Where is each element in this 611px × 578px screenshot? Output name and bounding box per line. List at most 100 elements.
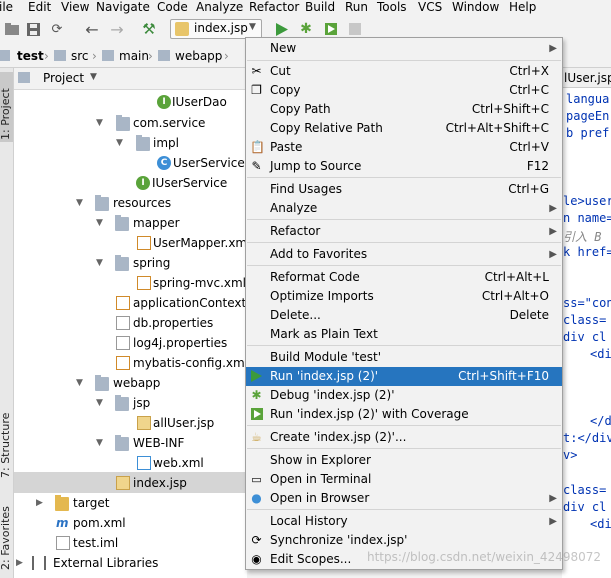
properties-file-icon	[116, 336, 130, 350]
menu-item-show-in-explorer[interactable]: Show in Explorer	[246, 451, 562, 470]
tab-project[interactable]: 1: Project	[0, 88, 12, 140]
folder-icon	[0, 50, 10, 61]
stop-icon[interactable]	[347, 21, 363, 37]
menu-item-optimize-imports[interactable]: Optimize Imports Ctrl+Alt+O	[246, 287, 562, 306]
menu-item-analyze[interactable]: Analyze ▶	[246, 199, 562, 218]
folder-icon	[115, 255, 129, 271]
menu-bar: ile Edit View Navigate Code Analyze Refa…	[0, 0, 611, 16]
breadcrumb-webapp[interactable]: webapp	[175, 48, 222, 64]
tab-favorites[interactable]: 2: Favorites	[0, 506, 12, 570]
menu-item-open-in-terminal[interactable]: ▭ Open in Terminal	[246, 470, 562, 489]
jsp-config-icon	[175, 22, 189, 36]
menu-item-copy[interactable]: ❐ Copy Ctrl+C	[246, 81, 562, 100]
excluded-folder-icon	[55, 495, 69, 511]
debug-icon: ✱	[251, 388, 262, 402]
folder-icon	[158, 50, 170, 61]
breadcrumb-main[interactable]: main	[119, 48, 149, 64]
code-line: div cl	[563, 330, 607, 344]
left-tool-strip	[0, 68, 14, 578]
xml-file-icon	[137, 236, 151, 250]
menu-item-run-with-coverage[interactable]: Run 'index.jsp (2)' with Coverage	[246, 405, 562, 424]
expand-arrow-icon[interactable]: ▼	[76, 373, 83, 393]
expand-arrow-icon[interactable]: ▼	[96, 213, 103, 233]
menu-item-copy-relative-path[interactable]: Copy Relative Path Ctrl+Alt+Shift+C	[246, 119, 562, 138]
breadcrumb-src[interactable]: src	[71, 48, 89, 64]
menu-build[interactable]: Build	[305, 0, 335, 14]
menu-file[interactable]: ile	[0, 0, 13, 14]
menu-item-synchronize[interactable]: ⟳ Synchronize 'index.jsp'	[246, 531, 562, 550]
globe-icon: ●	[251, 491, 262, 505]
menu-item-jump-to-source[interactable]: ✎ Jump to Source F12	[246, 157, 562, 176]
expand-arrow-icon[interactable]: ▼	[76, 193, 83, 213]
collapse-arrow-icon[interactable]: ▶	[36, 493, 43, 513]
menu-separator	[247, 265, 561, 266]
menu-item-new[interactable]: New ▶	[246, 39, 562, 58]
menu-item-mark-as-plain-text[interactable]: Mark as Plain Text	[246, 325, 562, 344]
chevron-down-icon[interactable]: ▼	[90, 72, 97, 82]
menu-tools[interactable]: Tools	[377, 0, 407, 14]
menu-item-copy-path[interactable]: Copy Path Ctrl+Shift+C	[246, 100, 562, 119]
menu-window[interactable]: Window	[452, 0, 499, 14]
back-arrow-icon[interactable]: ←	[84, 20, 100, 39]
menu-item-create-config[interactable]: ☕ Create 'index.jsp (2)'...	[246, 428, 562, 447]
menu-code[interactable]: Code	[157, 0, 188, 14]
menu-item-add-to-favorites[interactable]: Add to Favorites ▶	[246, 245, 562, 264]
menu-vcs[interactable]: VCS	[418, 0, 442, 14]
menu-refactor[interactable]: Refactor	[249, 0, 299, 14]
expand-arrow-icon[interactable]: ▼	[96, 253, 103, 273]
run-config-dropdown[interactable]: index.jsp ▼	[170, 19, 262, 39]
menu-item-local-history[interactable]: Local History ▶	[246, 512, 562, 531]
menu-item-delete[interactable]: Delete... Delete	[246, 306, 562, 325]
code-line: pageEn	[566, 109, 610, 123]
menu-item-cut[interactable]: ✂ Cut Ctrl+X	[246, 62, 562, 81]
debug-icon[interactable]: ✱	[298, 21, 314, 37]
chevron-right-icon: ›	[44, 49, 49, 63]
menu-edit[interactable]: Edit	[28, 0, 51, 14]
breadcrumb-test[interactable]: test	[17, 48, 44, 64]
project-panel-title[interactable]: Project	[43, 71, 84, 85]
xml-file-icon	[137, 456, 151, 470]
build-hammer-icon[interactable]: ⚒	[141, 20, 157, 38]
iml-file-icon	[56, 536, 70, 550]
submenu-arrow-icon: ▶	[549, 226, 557, 237]
collapse-arrow-icon[interactable]: ▶	[16, 553, 23, 573]
submenu-arrow-icon: ▶	[549, 516, 557, 527]
menu-item-paste[interactable]: 📋 Paste Ctrl+V	[246, 138, 562, 157]
menu-separator	[247, 509, 561, 510]
menu-view[interactable]: View	[61, 0, 89, 14]
menu-help[interactable]: Help	[509, 0, 536, 14]
xml-file-icon	[116, 356, 130, 370]
menu-item-reformat-code[interactable]: Reformat Code Ctrl+Alt+L	[246, 268, 562, 287]
menu-separator	[247, 60, 561, 61]
package-icon	[116, 115, 130, 131]
forward-arrow-icon[interactable]: →	[109, 20, 125, 39]
scopes-icon: ◉	[251, 552, 262, 566]
expand-arrow-icon[interactable]: ▼	[96, 393, 103, 413]
menu-item-debug[interactable]: ✱ Debug 'index.jsp (2)'	[246, 386, 562, 405]
menu-run[interactable]: Run	[345, 0, 368, 14]
tab-structure[interactable]: 7: Structure	[0, 413, 12, 478]
menu-item-find-usages[interactable]: Find Usages Ctrl+G	[246, 180, 562, 199]
menu-item-run[interactable]: Run 'index.jsp (2)' Ctrl+Shift+F10	[246, 367, 562, 386]
save-icon[interactable]	[25, 21, 41, 37]
code-line: <di	[590, 517, 611, 531]
jsp-file-icon	[116, 476, 130, 490]
config-icon: ☕	[251, 430, 262, 444]
code-line: k href=	[563, 245, 611, 259]
coverage-icon[interactable]	[323, 21, 339, 37]
expand-arrow-icon[interactable]: ▼	[96, 113, 103, 133]
menu-navigate[interactable]: Navigate	[96, 0, 150, 14]
menu-analyze[interactable]: Analyze	[196, 0, 243, 14]
expand-arrow-icon[interactable]: ▼	[96, 433, 103, 453]
menu-item-refactor[interactable]: Refactor ▶	[246, 222, 562, 241]
code-line: le>user	[563, 194, 611, 208]
code-line: b pref	[566, 126, 610, 140]
menu-item-build-module[interactable]: Build Module 'test'	[246, 348, 562, 367]
submenu-arrow-icon: ▶	[549, 43, 557, 54]
menu-item-open-in-browser[interactable]: ● Open in Browser ▶	[246, 489, 562, 508]
editor-tab[interactable]: lUser.jsp	[562, 68, 611, 88]
open-folder-icon[interactable]	[4, 21, 20, 37]
sync-icon[interactable]: ⟳	[49, 21, 65, 37]
run-icon[interactable]	[274, 21, 290, 37]
expand-arrow-icon[interactable]: ▼	[116, 133, 123, 153]
